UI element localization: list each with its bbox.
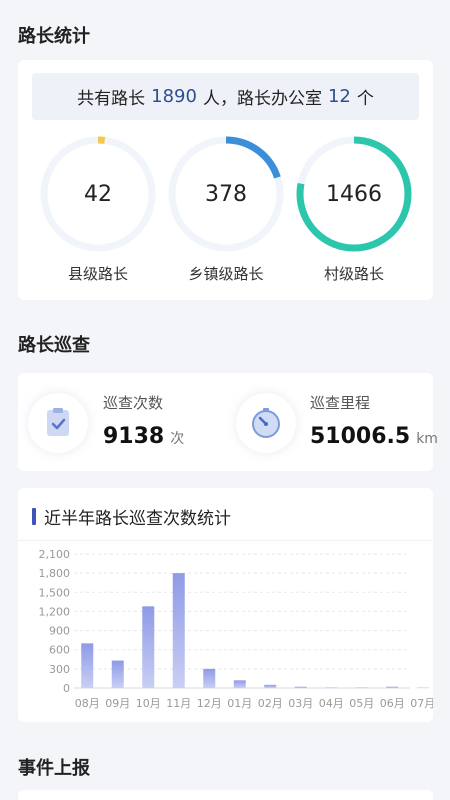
y-tick-label: 900: [49, 625, 70, 638]
bar-08月[interactable]: [81, 643, 94, 688]
bar-02月[interactable]: [264, 684, 277, 688]
bar-05月[interactable]: [355, 687, 368, 688]
event-report-card: [18, 790, 433, 800]
patrol-chart-card: 近半年路长巡查次数统计 0 300 600 900 1,200 1,500 1,800 2,1…: [18, 488, 433, 722]
ring-village[interactable]: 1466: [296, 136, 412, 252]
title-accent-bar: [32, 508, 36, 525]
summary-bar: 共有路长 1890 人，路长办公室 12 个: [32, 73, 419, 120]
y-tick-label: 300: [49, 663, 70, 676]
y-tick-label: 600: [49, 644, 70, 657]
ring-county-value: 42: [84, 181, 112, 207]
y-tick-label: 2,100: [39, 548, 71, 561]
x-tick-label: 05月: [349, 697, 374, 710]
ring-township[interactable]: 378: [168, 136, 284, 252]
stopwatch-icon: [252, 408, 280, 438]
ring-county-label: 县级路长: [67, 265, 128, 283]
ring-township-label: 乡镇级路长: [188, 265, 264, 283]
section-title-patrol: 路长巡查: [18, 335, 90, 356]
ring-county[interactable]: 42: [40, 136, 156, 252]
patrol-count-value-row: 9138 次: [103, 424, 184, 449]
summary-mid: 人，路长办公室: [202, 89, 322, 109]
x-tick-label: 03月: [288, 697, 313, 710]
bar-09月[interactable]: [111, 660, 124, 688]
patrol-mileage-label: 巡查里程: [310, 394, 371, 412]
x-tick-label: 06月: [380, 697, 405, 710]
summary-prefix: 共有路长: [77, 89, 146, 109]
bar-06月[interactable]: [386, 686, 399, 688]
y-tick-label: 1,800: [39, 567, 71, 580]
x-tick-label: 09月: [105, 697, 130, 710]
patrol-count-unit: 次: [170, 431, 185, 447]
road-chief-stats-card: 共有路长 1890 人，路长办公室 12 个 42 县级路长 378 乡镇级路长…: [18, 60, 433, 300]
bar-01月[interactable]: [233, 680, 246, 688]
patrol-mileage-value-row: 51006.5 km: [310, 424, 438, 449]
patrol-mileage-icon-wrap: [236, 393, 296, 453]
patrol-count-icon-wrap: [28, 393, 88, 453]
y-tick-label: 0: [63, 682, 70, 695]
bar-04月[interactable]: [325, 687, 338, 689]
x-tick-label: 01月: [227, 697, 252, 710]
summary-total-chiefs: 1890: [151, 86, 197, 107]
y-tick-label: 1,500: [39, 586, 71, 599]
x-tick-label: 12月: [197, 697, 222, 710]
summary-suffix: 个: [356, 89, 374, 109]
patrol-bar-chart: 0 300 600 900 1,200 1,500 1,800 2,100 08月 09月 10月 1…: [39, 548, 434, 710]
y-tick-label: 1,200: [39, 605, 71, 618]
clipboard-check-icon: [47, 408, 69, 436]
x-tick-label: 10月: [136, 697, 161, 710]
ring-township-value: 378: [205, 181, 247, 207]
x-tick-label: 08月: [75, 697, 100, 710]
section-title-event-report: 事件上报: [18, 758, 90, 779]
patrol-count-value: 9138: [103, 424, 165, 449]
chart-title: 近半年路长巡查次数统计: [32, 504, 231, 529]
patrol-mileage-value: 51006.5: [310, 424, 411, 449]
summary-offices: 12: [327, 86, 351, 107]
patrol-mileage-unit: km: [416, 431, 438, 447]
bar-07月[interactable]: [416, 687, 429, 689]
x-tick-label: 04月: [319, 697, 344, 710]
chart-title-text: 近半年路长巡查次数统计: [44, 509, 231, 529]
bar-10月[interactable]: [142, 606, 155, 688]
chart-divider: [18, 540, 433, 541]
patrol-count-label: 巡查次数: [103, 394, 164, 412]
bar-12月[interactable]: [203, 668, 216, 688]
bar-11月[interactable]: [172, 573, 185, 688]
ring-village-value: 1466: [326, 181, 382, 207]
patrol-card: 巡查次数 9138 次 巡查里程 51006.5 km: [18, 373, 438, 471]
x-tick-label: 07月: [410, 697, 433, 710]
bar-03月[interactable]: [294, 686, 307, 688]
x-tick-label: 02月: [258, 697, 283, 710]
ring-village-label: 村级路长: [323, 265, 384, 283]
section-title-road-chief-stats: 路长统计: [18, 26, 90, 47]
x-tick-label: 11月: [166, 697, 191, 710]
